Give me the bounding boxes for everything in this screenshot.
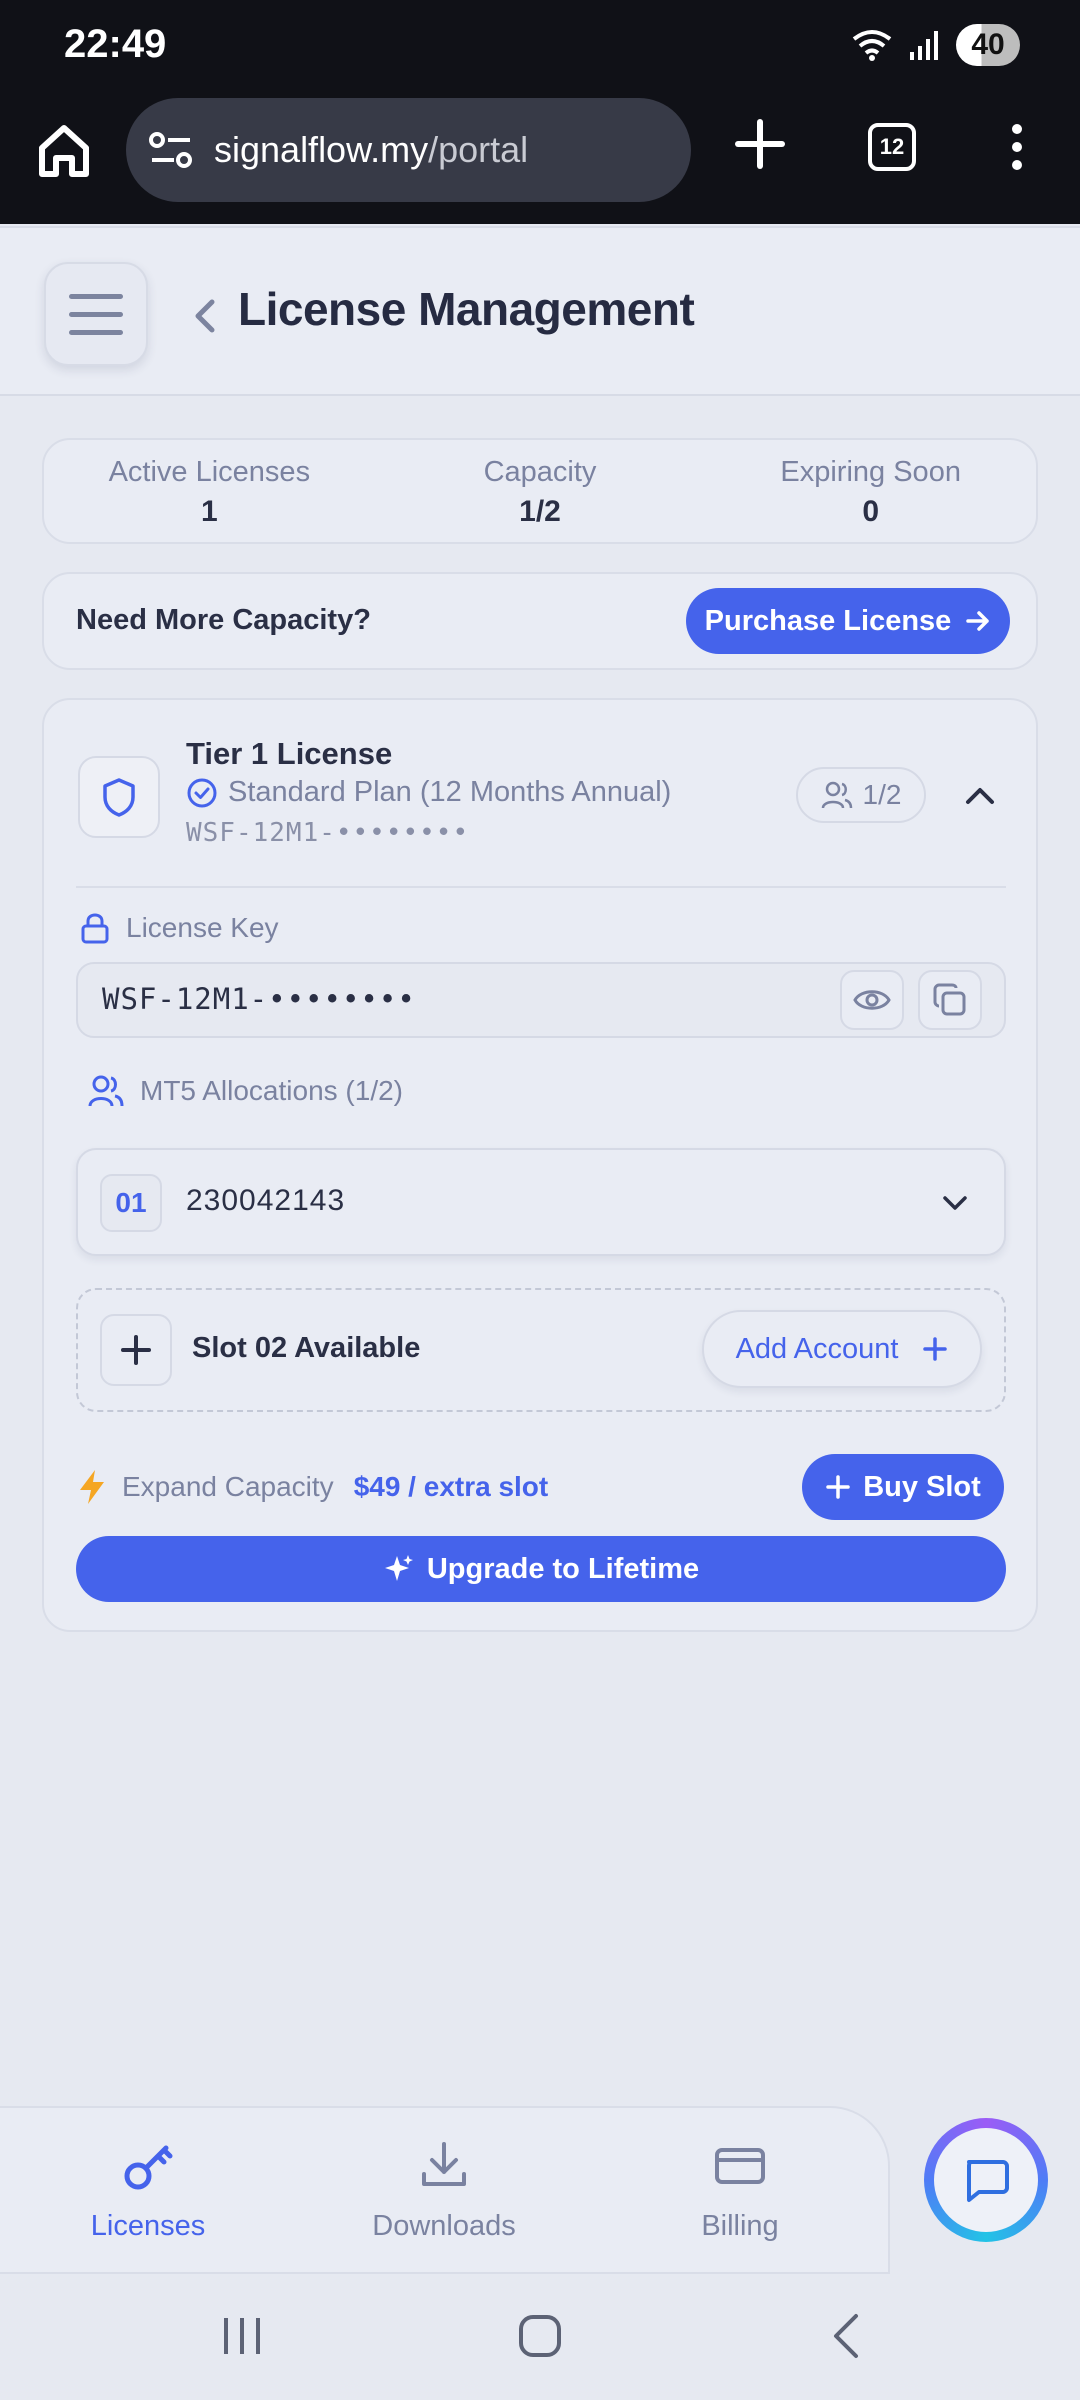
allocations-label: MT5 Allocations (1/2) [140,1075,403,1106]
wifi-icon [852,30,892,61]
address-bar[interactable]: signalflow.my/portal [126,98,691,202]
copy-icon [933,983,966,1016]
allocation-row[interactable]: 01 230042143 [76,1148,1006,1256]
stat-expiring-soon: Expiring Soon 0 [705,440,1036,542]
stat-label: Capacity [483,456,597,488]
stat-value: 1/2 [519,495,561,528]
empty-slot-text: Slot 02 Available [192,1332,421,1364]
purchase-license-label: Purchase License [704,604,952,637]
stat-capacity: Capacity 1/2 [375,440,706,542]
license-key-value: WSF-12M1-•••••••• [102,982,416,1016]
shield-icon [78,756,160,838]
site-settings-icon[interactable] [148,130,194,170]
back-nav-icon[interactable] [824,2312,872,2360]
arrow-right-icon [966,611,990,631]
key-icon [124,2145,173,2190]
app-header: License Management [0,226,1080,396]
buy-slot-label: Buy Slot [863,1470,981,1503]
slot-number: 01 [100,1174,162,1232]
seat-usage-badge: 1/2 [796,767,926,823]
add-account-button[interactable]: Add Account [702,1310,982,1388]
lock-icon [81,913,109,944]
home-nav-icon[interactable] [516,2312,564,2360]
status-icons: 40 [850,24,1020,66]
stat-value: 0 [862,495,880,528]
stat-active-licenses: Active Licenses 1 [44,440,375,542]
plus-icon [826,1475,850,1499]
tab-switcher-button[interactable]: 12 [868,123,916,171]
url-text: signalflow.my/portal [214,129,528,171]
nav-item-downloads[interactable]: Downloads [296,2108,592,2272]
chat-bubble-icon [934,2128,1038,2232]
nav-label: Billing [701,2210,779,2242]
more-options-icon[interactable] [1005,120,1029,180]
license-plan: Standard Plan (12 Months Annual) [186,776,671,809]
url-domain: signalflow.my [214,129,429,170]
capacity-banner: Need More Capacity? Purchase License [42,572,1038,670]
seat-usage-text: 1/2 [862,779,902,810]
stats-card: Active Licenses 1 Capacity 1/2 Expiring … [42,438,1038,544]
stat-label: Active Licenses [108,456,311,488]
browser-toolbar: signalflow.my/portal 12 [0,92,1080,224]
credit-card-icon [715,2148,765,2184]
new-tab-icon[interactable] [730,114,790,174]
buy-slot-button[interactable]: Buy Slot [802,1454,1004,1520]
check-circle-icon [187,778,217,807]
menu-button[interactable] [44,262,148,366]
eye-icon [853,990,891,1010]
nav-label: Licenses [90,2210,206,2242]
recent-apps-icon[interactable] [218,2312,266,2360]
home-icon[interactable] [32,118,96,182]
nav-item-billing[interactable]: Billing [592,2108,888,2272]
expand-capacity-label: Expand Capacity [122,1471,334,1502]
page-title: License Management [238,283,695,335]
copy-key-button[interactable] [918,970,982,1030]
plus-icon[interactable] [100,1314,172,1386]
license-key-label: License Key [126,912,279,943]
status-time: 22:49 [64,22,167,66]
upgrade-lifetime-button[interactable]: Upgrade to Lifetime [76,1536,1006,1602]
url-path: /portal [428,129,529,170]
allocations-section: MT5 Allocations (1/2) [88,1074,403,1108]
license-key-field: WSF-12M1-•••••••• [76,962,1006,1038]
stat-label: Expiring Soon [780,456,961,488]
expand-capacity-row: Expand Capacity $49 / extra slot [76,1468,548,1506]
stat-value: 1 [200,495,218,528]
signal-icon [910,31,938,60]
nav-label: Downloads [372,2210,516,2242]
users-icon [821,781,852,809]
expand-capacity-price: $49 / extra slot [353,1471,549,1502]
license-title: Tier 1 License [186,736,393,771]
battery-indicator: 40 [956,24,1020,66]
license-plan-text: Standard Plan (12 Months Annual) [228,776,672,808]
plus-icon [923,1337,948,1361]
license-card: Tier 1 License Standard Plan (12 Months … [42,698,1038,1632]
status-bar: 22:49 40 [0,0,1080,92]
empty-slot: Slot 02 Available Add Account [76,1288,1006,1412]
license-key-section: License Key [80,912,279,944]
chevron-down-icon[interactable] [940,1190,970,1216]
purchase-license-button[interactable]: Purchase License [686,588,1010,654]
show-key-button[interactable] [840,970,904,1030]
capacity-banner-text: Need More Capacity? [76,604,371,636]
users-icon [88,1075,124,1107]
chevron-up-icon[interactable] [962,780,998,810]
back-chevron-icon[interactable] [190,296,220,336]
add-account-label: Add Account [735,1332,899,1365]
nav-item-licenses[interactable]: Licenses [0,2108,296,2272]
mt5-account-number: 230042143 [186,1184,346,1217]
download-icon [422,2142,466,2186]
license-key-preview: WSF-12M1-•••••••• [186,818,470,848]
upgrade-lifetime-label: Upgrade to Lifetime [426,1552,700,1585]
divider [76,886,1006,888]
bottom-nav: Licenses Downloads Billing [0,2106,890,2274]
system-navigation-bar [0,2274,1080,2400]
chat-button[interactable] [924,2118,1048,2242]
sparkle-icon [384,1555,413,1581]
lightning-icon [80,1470,104,1504]
